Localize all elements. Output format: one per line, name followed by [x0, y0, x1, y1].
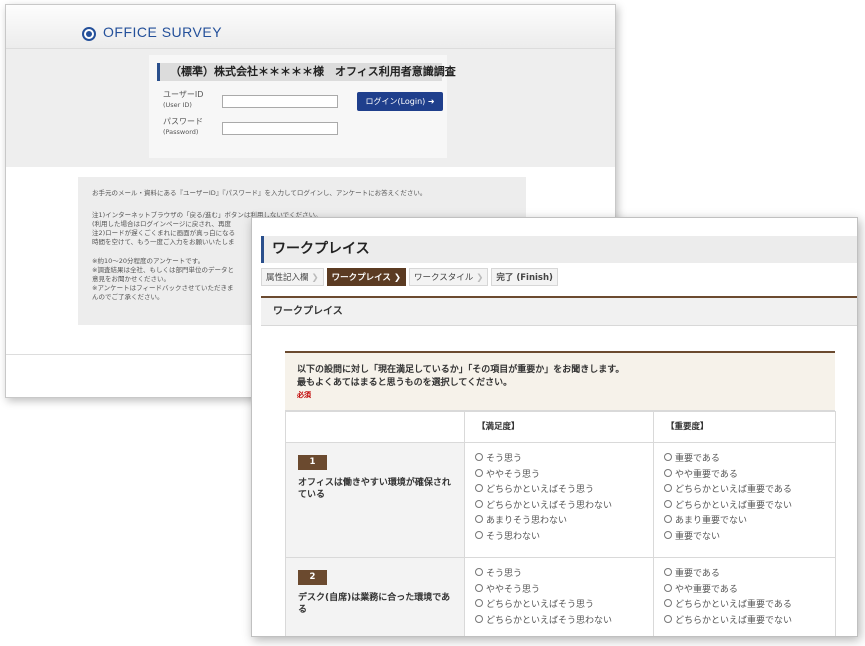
radio-option[interactable]: どちらかといえば重要でない [664, 499, 835, 515]
chevron-right-icon: ❯ [311, 273, 319, 283]
satisfaction-options: そう思う ややそう思う どちらかといえばそう思う どちらかといえばそう思わない [464, 557, 654, 636]
intro-line-1: 以下の設問に対し「現在満足しているか」「その項目が重要か」をお聞きします。 [297, 365, 625, 375]
radio-option[interactable]: そう思う [475, 452, 653, 468]
radio-option[interactable]: やや重要である [664, 468, 835, 484]
password-label-en: (Password) [163, 128, 199, 136]
radio-icon [475, 568, 483, 576]
importance-options: 重要である やや重要である どちらかといえば重要である どちらかといえば重要でな… [653, 442, 836, 558]
step-label: 完了 (Finish) [496, 273, 553, 283]
radio-icon [475, 530, 483, 539]
radio-icon [664, 530, 672, 539]
radio-option[interactable]: どちらかといえばそう思わない [475, 499, 653, 515]
section-title: ワークプレイス [261, 296, 857, 326]
header-empty-cell [285, 411, 465, 443]
notice-line: お手元のメール・資料にある『ユーザーID』『パスワード』を入力してログインし、ア… [92, 189, 427, 197]
radio-icon [664, 568, 672, 576]
question-cell: 1 オフィスは働きやすい環境が確保されている [285, 442, 465, 558]
radio-option[interactable]: 重要でない [664, 530, 835, 546]
radio-option[interactable]: どちらかといえば重要である [664, 598, 835, 614]
radio-icon [664, 499, 672, 508]
step-label: ワークプレイス [331, 273, 391, 283]
user-id-label-en: (User ID) [163, 101, 192, 109]
radio-option[interactable]: そう思う [475, 567, 653, 583]
step-label: 属性記入欄 [266, 273, 309, 283]
satisfaction-options: そう思う ややそう思う どちらかといえばそう思う どちらかといえばそう思わない … [464, 442, 654, 558]
question-table: 【満足度】 【重要度】 1 オフィスは働きやすい環境が確保されている そう思う … [285, 411, 836, 636]
user-id-label-jp: ユーザーID [163, 90, 204, 99]
radio-icon [475, 468, 483, 477]
radio-option[interactable]: 重要である [664, 452, 835, 468]
question-text: デスク(自席)は業務に合った環境である [298, 593, 451, 615]
page-title: ワークプレイス [261, 236, 857, 263]
logo-text: OFFICE SURVEY [103, 24, 223, 40]
radio-icon [475, 515, 483, 523]
radio-option[interactable]: どちらかといえばそう思う [475, 483, 653, 499]
user-id-input[interactable] [222, 95, 338, 108]
radio-option[interactable]: あまりそう思わない [475, 514, 653, 530]
chevron-right-icon: ❯ [476, 273, 484, 283]
radio-icon [475, 453, 483, 461]
required-badge: 必須 [297, 391, 311, 399]
radio-icon [475, 583, 483, 592]
radio-option[interactable]: どちらかといえばそう思わない [475, 614, 653, 630]
question-intro: 以下の設問に対し「現在満足しているか」「その項目が重要か」をお聞きします。 最も… [285, 353, 835, 411]
radio-icon [664, 599, 672, 607]
notice-line: ※約10〜20分程度のアンケートです。 [92, 257, 205, 265]
notice-line: 注2)ロードが遅くごくまれに画面が真っ白になる [92, 229, 236, 237]
radio-option[interactable]: 重要である [664, 567, 835, 583]
radio-icon [475, 484, 483, 492]
step-finish[interactable]: 完了 (Finish) [491, 268, 558, 286]
logo-circle-icon [82, 27, 96, 41]
intro-line-2: 最もよくあてはまると思うものを選択してください。 [297, 378, 513, 388]
table-row: 1 オフィスは働きやすい環境が確保されている そう思う ややそう思う どちらかと… [285, 442, 836, 558]
radio-icon [475, 599, 483, 607]
radio-icon [664, 484, 672, 492]
step-attributes[interactable]: 属性記入欄 ❯ [261, 268, 324, 286]
chevron-right-icon: ❯ [393, 273, 402, 283]
survey-title: （標準）株式会社＊＊＊＊＊様 オフィス利用者意識調査 [157, 63, 456, 81]
radio-option[interactable]: どちらかといえばそう思う [475, 598, 653, 614]
radio-icon [664, 515, 672, 523]
radio-option[interactable]: どちらかといえば重要である [664, 483, 835, 499]
workplace-window: ワークプレイス 属性記入欄 ❯ ワークプレイス ❯ ワークスタイル ❯ 完了 (Fin… [251, 217, 858, 637]
password-label-jp: パスワード [163, 117, 203, 126]
password-input[interactable] [222, 122, 338, 135]
radio-icon [664, 583, 672, 592]
notice-line: 意見をお聞かせください。 [92, 275, 170, 283]
radio-option[interactable]: ややそう思う [475, 468, 653, 484]
login-header: OFFICE SURVEY [6, 5, 615, 49]
notice-line: (利用した場合はログインページに戻され、再度 [92, 220, 231, 228]
question-number: 1 [298, 455, 327, 470]
radio-option[interactable]: ややそう思う [475, 583, 653, 599]
radio-option[interactable]: そう思わない [475, 530, 653, 546]
radio-option[interactable]: どちらかといえば重要でない [664, 614, 835, 630]
radio-option[interactable]: やや重要である [664, 583, 835, 599]
table-row: 2 デスク(自席)は業務に合った環境である そう思う ややそう思う どちらかとい… [285, 557, 836, 636]
radio-icon [664, 453, 672, 461]
radio-icon [475, 499, 483, 508]
password-label: パスワード (Password) [163, 117, 203, 137]
question-cell: 2 デスク(自席)は業務に合った環境である [285, 557, 465, 636]
importance-options: 重要である やや重要である どちらかといえば重要である どちらかといえば重要でな… [653, 557, 836, 636]
radio-icon [664, 614, 672, 623]
notice-line: ※調査結果は全社、もしくは部門単位のデータと [92, 266, 234, 274]
notice-line: ※アンケートはフィードバックさせていただきま [92, 284, 234, 292]
radio-option[interactable]: あまり重要でない [664, 514, 835, 530]
question-text: オフィスは働きやすい環境が確保されている [298, 478, 451, 500]
step-indicator: 属性記入欄 ❯ ワークプレイス ❯ ワークスタイル ❯ 完了 (Finish) [261, 268, 561, 288]
radio-icon [475, 614, 483, 623]
table-header-row: 【満足度】 【重要度】 [285, 411, 836, 443]
step-workstyle[interactable]: ワークスタイル ❯ [409, 268, 489, 286]
user-id-label: ユーザーID (User ID) [163, 90, 203, 110]
importance-header: 【重要度】 [653, 411, 836, 443]
notice-line: んのでご了承ください。 [92, 293, 164, 301]
question-number: 2 [298, 570, 327, 585]
radio-icon [664, 468, 672, 477]
step-label: ワークスタイル [414, 273, 474, 283]
step-workplace[interactable]: ワークプレイス ❯ [326, 268, 407, 286]
notice-line: 時間を空けて、もう一度ご入力をお願いいたしま [92, 238, 235, 246]
login-button[interactable]: ログイン(Login) ➜ [357, 92, 443, 111]
question-panel: 以下の設問に対し「現在満足しているか」「その項目が重要か」をお聞きします。 最も… [285, 351, 836, 636]
satisfaction-header: 【満足度】 [464, 411, 654, 443]
